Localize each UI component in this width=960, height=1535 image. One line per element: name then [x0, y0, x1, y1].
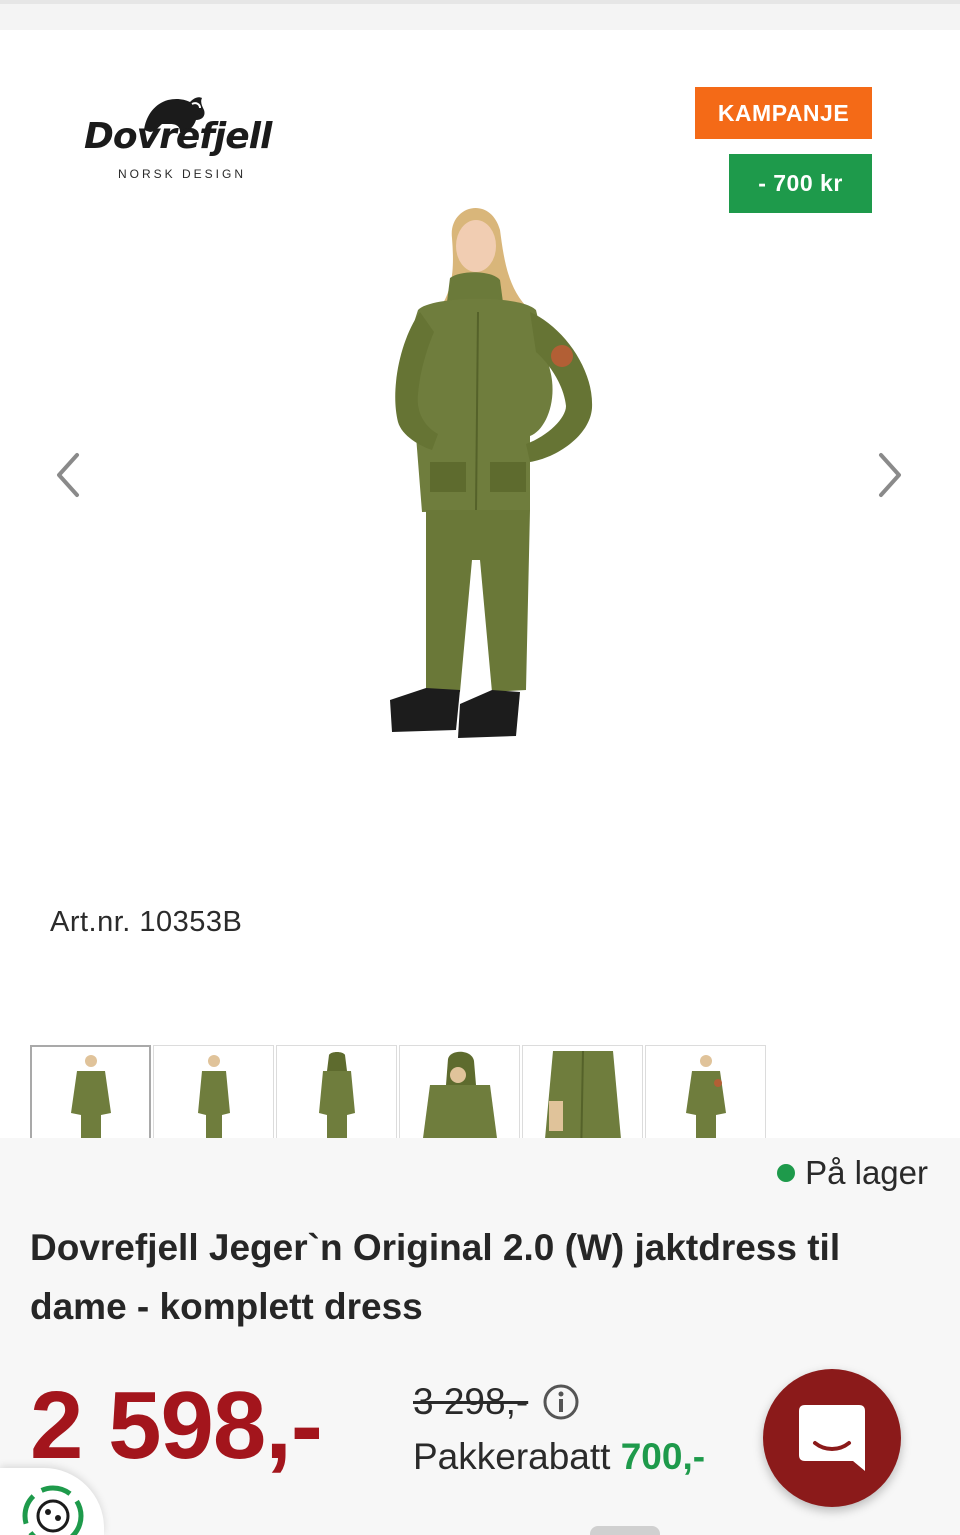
old-price-row: 3 298,-	[413, 1381, 580, 1423]
chevron-left-icon	[57, 453, 79, 497]
package-discount: Pakkerabatt 700,-	[413, 1436, 705, 1478]
stock-dot-icon	[777, 1164, 796, 1182]
product-title: Dovrefjell Jeger`n Original 2.0 (W) jakt…	[30, 1227, 841, 1327]
package-discount-label: Pakkerabatt	[413, 1436, 611, 1477]
brand-logo: Dovrefjell NORSK DESIGN	[84, 90, 274, 185]
chevron-right-icon	[879, 453, 901, 497]
stock-status: På lager	[777, 1154, 928, 1192]
top-bar	[0, 0, 960, 30]
chat-bubble-icon	[799, 1405, 865, 1471]
current-price: 2 598,-	[30, 1372, 323, 1479]
product-gallery: Dovrefjell NORSK DESIGN KAMPANJE - 700 k…	[0, 30, 960, 1167]
info-icon[interactable]	[542, 1383, 580, 1421]
product-main-image[interactable]	[380, 200, 605, 745]
brand-name: Dovrefjell	[84, 116, 272, 157]
discount-badge: - 700 kr	[729, 154, 872, 213]
previous-image-button[interactable]	[48, 450, 88, 500]
bottom-sheet-handle	[590, 1526, 660, 1535]
campaign-badge: KAMPANJE	[695, 87, 872, 139]
chat-button[interactable]	[763, 1369, 901, 1507]
recycle-icon	[22, 1485, 84, 1535]
old-price: 3 298,-	[413, 1381, 529, 1422]
stock-status-label: På lager	[805, 1154, 928, 1191]
next-image-button[interactable]	[870, 450, 910, 500]
brand-tagline: NORSK DESIGN	[118, 167, 247, 181]
package-discount-value: 700,-	[620, 1436, 706, 1477]
article-number: Art.nr. 10353B	[50, 906, 243, 938]
